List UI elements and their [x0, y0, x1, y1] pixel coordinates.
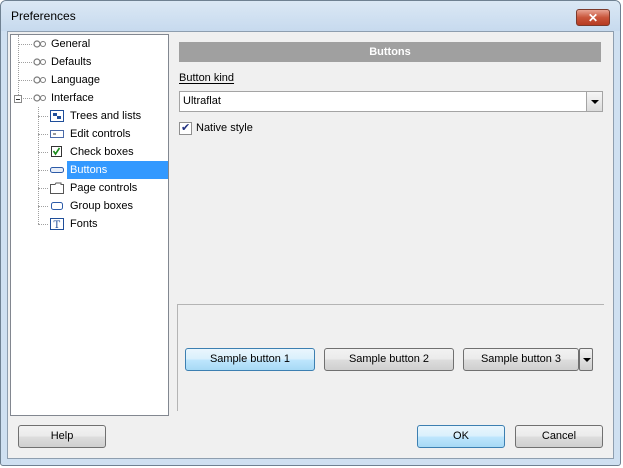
- tree-connector: [38, 170, 48, 171]
- checkmark-icon: ✔: [181, 122, 191, 134]
- folder-tab-icon: [50, 182, 64, 194]
- tree-connector: [38, 224, 48, 225]
- preferences-tree[interactable]: General Defaults Language Interface T Tr…: [10, 34, 169, 416]
- button-kind-select[interactable]: Ultraflat: [179, 91, 603, 112]
- tree-item-defaults[interactable]: Defaults: [48, 53, 94, 71]
- tree-connector: [38, 134, 48, 135]
- tree-connector: [38, 188, 48, 189]
- window-title: Preferences: [11, 9, 76, 23]
- tree-item-fonts[interactable]: Fonts: [67, 215, 101, 233]
- cancel-button[interactable]: Cancel: [515, 425, 603, 448]
- settings-panel: Buttons Button kind Ultraflat ✔ Native s…: [174, 34, 611, 416]
- sample-button-3[interactable]: Sample button 3: [463, 348, 579, 371]
- tree-item-interface[interactable]: Interface: [48, 89, 97, 107]
- tree-item-page-controls[interactable]: Page controls: [67, 179, 140, 197]
- tree-connector: [18, 62, 32, 63]
- group-box-icon: [51, 202, 63, 210]
- close-icon: ✕: [587, 11, 599, 25]
- preferences-window: Preferences ✕ General Defaults Language …: [0, 0, 621, 466]
- tree-item-check-boxes[interactable]: Check boxes: [67, 143, 137, 161]
- checkbox-icon: [51, 146, 62, 157]
- tree-connector: [38, 152, 48, 153]
- tree-item-language[interactable]: Language: [48, 71, 103, 89]
- help-button[interactable]: Help: [18, 425, 106, 448]
- tree-item-general[interactable]: General: [48, 35, 93, 53]
- tree-item-trees-and-lists[interactable]: Trees and lists: [67, 107, 144, 125]
- font-icon: T: [50, 218, 64, 230]
- tree-connector: [38, 116, 48, 117]
- chevron-down-icon[interactable]: [586, 92, 602, 111]
- close-button[interactable]: ✕: [576, 9, 610, 26]
- section-header: Buttons: [179, 42, 601, 62]
- native-style-checkbox[interactable]: ✔: [179, 122, 192, 135]
- dialog-footer: Help OK Cancel: [10, 420, 611, 456]
- collapse-toggle-icon[interactable]: [14, 95, 22, 103]
- tree-list-icon: [50, 110, 64, 122]
- tree-connector: [18, 80, 32, 81]
- button-icon: [50, 167, 64, 173]
- sample-buttons-area: Sample button 1 Sample button 2 Sample b…: [177, 304, 604, 411]
- tree-connector: [18, 44, 32, 45]
- tree-item-edit-controls[interactable]: Edit controls: [67, 125, 134, 143]
- edit-control-icon: [50, 130, 64, 138]
- tree-item-group-boxes[interactable]: Group boxes: [67, 197, 136, 215]
- button-kind-value: Ultraflat: [183, 95, 221, 107]
- settings-icon: [33, 40, 46, 48]
- settings-icon: [33, 76, 46, 84]
- tree-item-buttons[interactable]: Buttons: [67, 161, 168, 179]
- tree-connector: [23, 98, 32, 99]
- ok-button[interactable]: OK: [417, 425, 505, 448]
- svg-text:T: T: [54, 220, 61, 230]
- sample-button-2[interactable]: Sample button 2: [324, 348, 454, 371]
- settings-icon: [33, 58, 46, 66]
- tree-connector: [38, 206, 48, 207]
- title-bar[interactable]: Preferences ✕: [1, 1, 620, 31]
- sample-button-3-dropdown[interactable]: [579, 348, 593, 371]
- native-style-label[interactable]: Native style: [196, 122, 253, 134]
- dialog-body: General Defaults Language Interface T Tr…: [7, 31, 614, 459]
- settings-icon: [33, 94, 46, 102]
- sample-button-1[interactable]: Sample button 1: [185, 348, 315, 371]
- button-kind-label: Button kind: [179, 72, 235, 84]
